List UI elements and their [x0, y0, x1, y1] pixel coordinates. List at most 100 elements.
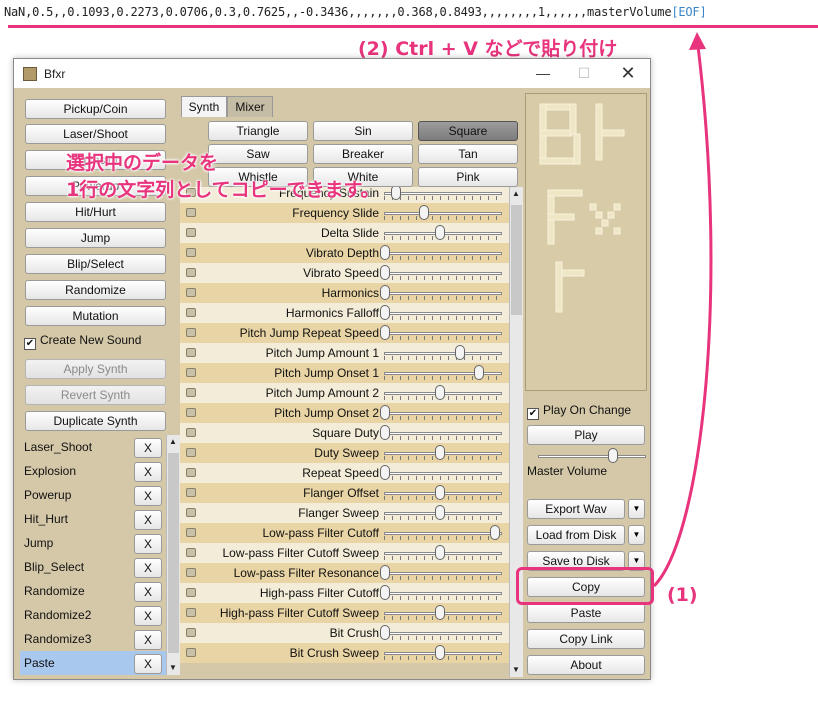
delete-sound-button[interactable]: X	[134, 558, 162, 578]
param-slider[interactable]	[384, 252, 502, 255]
lock-icon[interactable]	[186, 408, 196, 417]
param-slider-thumb[interactable]	[380, 405, 390, 420]
sound-list-item[interactable]: Jump X	[20, 531, 168, 555]
param-slider-thumb[interactable]	[435, 645, 445, 660]
preset-button-blip-select[interactable]: Blip/Select	[25, 254, 166, 274]
param-slider-thumb[interactable]	[380, 625, 390, 640]
lock-icon[interactable]	[186, 388, 196, 397]
lock-icon[interactable]	[186, 288, 196, 297]
preset-button-hit-hurt[interactable]: Hit/Hurt	[25, 202, 166, 222]
tab-mixer[interactable]: Mixer	[227, 96, 273, 117]
params-scroll-thumb[interactable]	[511, 205, 522, 315]
scroll-down-arrow-icon[interactable]: ▼	[512, 665, 520, 674]
param-slider[interactable]	[384, 632, 502, 635]
maximize-button[interactable]: ☐	[562, 62, 606, 84]
about-button[interactable]: About	[527, 655, 645, 675]
param-slider-thumb[interactable]	[435, 445, 445, 460]
param-slider-thumb[interactable]	[454, 345, 465, 360]
param-slider-thumb[interactable]	[473, 365, 484, 380]
lock-icon[interactable]	[186, 648, 196, 657]
delete-sound-button[interactable]: X	[134, 606, 162, 626]
scroll-up-arrow-icon[interactable]: ▲	[512, 189, 520, 198]
param-slider-thumb[interactable]	[380, 265, 390, 280]
delete-sound-button[interactable]: X	[134, 654, 162, 674]
param-slider-thumb[interactable]	[380, 245, 390, 260]
wave-button-triangle[interactable]: Triangle	[208, 121, 308, 141]
param-slider-thumb[interactable]	[380, 425, 390, 440]
param-slider-thumb[interactable]	[418, 205, 429, 220]
sound-list-item[interactable]: Explosion X	[20, 459, 168, 483]
lock-icon[interactable]	[186, 208, 196, 217]
param-slider-thumb[interactable]	[435, 225, 445, 240]
lock-icon[interactable]	[186, 428, 196, 437]
param-slider[interactable]	[384, 272, 502, 275]
delete-sound-button[interactable]: X	[134, 438, 162, 458]
sound-list-scroll-thumb[interactable]	[168, 453, 179, 653]
delete-sound-button[interactable]: X	[134, 462, 162, 482]
param-slider-thumb[interactable]	[380, 285, 390, 300]
lock-icon[interactable]	[186, 628, 196, 637]
sound-list-item[interactable]: Paste X	[20, 651, 168, 675]
text-editor-line[interactable]: NaN,0.5,,0.1093,0.2273,0.0706,0.3,0.7625…	[0, 0, 818, 24]
delete-sound-button[interactable]: X	[134, 510, 162, 530]
param-slider[interactable]	[384, 192, 502, 195]
wave-button-sin[interactable]: Sin	[313, 121, 413, 141]
param-slider-thumb[interactable]	[490, 525, 500, 540]
param-slider[interactable]	[384, 352, 502, 355]
load-dropdown-icon[interactable]: ▼	[628, 525, 645, 545]
param-slider[interactable]	[384, 432, 502, 435]
master-volume-thumb[interactable]	[608, 448, 618, 463]
wave-button-square[interactable]: Square	[418, 121, 518, 141]
lock-icon[interactable]	[186, 228, 196, 237]
param-slider[interactable]	[384, 332, 502, 335]
lock-icon[interactable]	[186, 588, 196, 597]
wave-button-tan[interactable]: Tan	[418, 144, 518, 164]
export-wav-button[interactable]: Export Wav	[527, 499, 625, 519]
param-slider-thumb[interactable]	[380, 305, 390, 320]
lock-icon[interactable]	[186, 488, 196, 497]
lock-icon[interactable]	[186, 448, 196, 457]
sound-list-scrollbar[interactable]: ▲ ▼	[166, 435, 180, 675]
preset-button-laser-shoot[interactable]: Laser/Shoot	[25, 124, 166, 144]
lock-icon[interactable]	[186, 528, 196, 537]
param-slider-thumb[interactable]	[435, 545, 445, 560]
param-slider[interactable]	[384, 412, 502, 415]
lock-icon[interactable]	[186, 328, 196, 337]
preset-button-pickup-coin[interactable]: Pickup/Coin	[25, 99, 166, 119]
sound-list-item[interactable]: Blip_Select X	[20, 555, 168, 579]
param-slider-thumb[interactable]	[380, 585, 390, 600]
sound-list-item[interactable]: Randomize2 X	[20, 603, 168, 627]
duplicate-synth-button[interactable]: Duplicate Synth	[25, 411, 166, 431]
scroll-down-arrow-icon[interactable]: ▼	[169, 663, 177, 672]
export-wav-dropdown-icon[interactable]: ▼	[628, 499, 645, 519]
play-button[interactable]: Play	[527, 425, 645, 445]
param-slider[interactable]	[384, 212, 502, 215]
wave-button-pink[interactable]: Pink	[418, 167, 518, 187]
play-on-change-checkbox[interactable]: ✔ Play On Change	[527, 403, 631, 420]
tab-synth[interactable]: Synth	[181, 96, 227, 117]
sound-list-item[interactable]: Laser_Shoot X	[20, 435, 168, 459]
sound-list-item[interactable]: Randomize3 X	[20, 627, 168, 651]
lock-icon[interactable]	[186, 268, 196, 277]
param-slider-thumb[interactable]	[435, 605, 445, 620]
param-slider[interactable]	[384, 292, 502, 295]
master-volume-slider[interactable]	[538, 455, 646, 458]
lock-icon[interactable]	[186, 608, 196, 617]
lock-icon[interactable]	[186, 308, 196, 317]
lock-icon[interactable]	[186, 548, 196, 557]
param-slider[interactable]	[384, 372, 502, 375]
param-slider[interactable]	[384, 312, 502, 315]
preset-button-mutation[interactable]: Mutation	[25, 306, 166, 326]
preset-button-randomize[interactable]: Randomize	[25, 280, 166, 300]
sound-list-item[interactable]: Powerup X	[20, 483, 168, 507]
minimize-button[interactable]: —	[521, 62, 565, 84]
param-slider-thumb[interactable]	[380, 565, 390, 580]
delete-sound-button[interactable]: X	[134, 534, 162, 554]
param-slider[interactable]	[384, 592, 502, 595]
delete-sound-button[interactable]: X	[134, 630, 162, 650]
param-slider-thumb[interactable]	[435, 385, 445, 400]
title-bar[interactable]: Bfxr — ☐ ✕	[14, 59, 650, 88]
revert-synth-button[interactable]: Revert Synth	[25, 385, 166, 405]
scroll-up-arrow-icon[interactable]: ▲	[169, 437, 177, 446]
param-slider[interactable]	[384, 472, 502, 475]
